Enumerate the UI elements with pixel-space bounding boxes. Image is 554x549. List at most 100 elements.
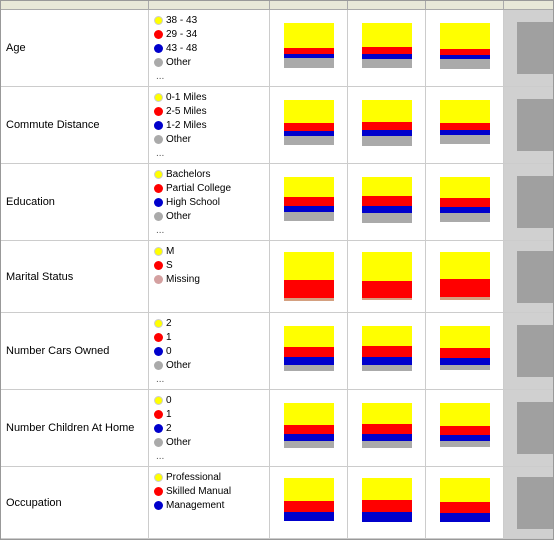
state-item: Other [154,210,264,223]
row-attr-4: Number Cars Owned [1,313,149,390]
state-item: 2-5 Miles [154,105,264,118]
header-col4 [348,1,426,10]
blue-dot [154,198,163,207]
missing-gray-block [517,176,554,228]
state-item: 43 - 48 [154,42,264,55]
yellow-dot [154,93,163,102]
bar-chart-svg [440,326,490,376]
blue-dot [154,501,163,510]
state-label: Missing [166,273,200,286]
state-label: 1-2 Miles [166,119,207,132]
state-label: Other [166,133,191,146]
header-missing [504,1,554,10]
chart-col1-4 [426,313,504,390]
state-label: Other [166,436,191,449]
bar-chart-svg [440,100,490,150]
state-label: Skilled Manual [166,485,231,498]
chart-population-0 [270,10,348,87]
state-item: 38 - 43 [154,14,264,27]
state-label: 0 [166,345,172,358]
ellipsis: ... [154,225,264,236]
state-item: 1 [154,408,264,421]
state-label: Professional [166,471,221,484]
state-item: 0-1 Miles [154,91,264,104]
bar-chart-svg [284,100,334,150]
chart-col0-5 [348,390,426,467]
chart-missing-3 [504,241,554,313]
chart-col1-6 [426,467,504,539]
bar-chart-svg [440,403,490,453]
row-states-4: 210Other... [149,313,270,390]
state-label: 2-5 Miles [166,105,207,118]
blue-dot [154,44,163,53]
yellow-dot [154,473,163,482]
state-item: Partial College [154,182,264,195]
missing-gray-block [517,477,554,529]
ellipsis: ... [154,451,264,462]
bar-chart-svg [284,403,334,453]
state-item: Other [154,56,264,69]
ellipsis: ... [154,71,264,82]
state-label: Bachelors [166,168,210,181]
state-label: 1 [166,408,172,421]
bar-chart-svg [362,403,412,453]
missing-gray-block [517,402,554,454]
main-table: Age38 - 4329 - 3443 - 48Other...Commute … [0,0,554,540]
red-dot [154,184,163,193]
state-label: S [166,259,173,272]
row-attr-5: Number Children At Home [1,390,149,467]
yellow-dot [154,319,163,328]
chart-col0-0 [348,10,426,87]
chart-col0-3 [348,241,426,313]
chart-col1-0 [426,10,504,87]
chart-population-3 [270,241,348,313]
missing-gray-block [517,325,554,377]
state-item: 0 [154,394,264,407]
chart-col0-1 [348,87,426,164]
red-dot [154,333,163,342]
blue-dot [154,121,163,130]
state-label: Partial College [166,182,231,195]
bar-chart-svg [440,478,490,528]
state-item: Management [154,499,264,512]
header-col5 [426,1,504,10]
yellow-dot [154,396,163,405]
state-item: High School [154,196,264,209]
yellow-dot [154,16,163,25]
red-dot [154,487,163,496]
gray-dot [154,135,163,144]
data-rows: Age38 - 4329 - 3443 - 48Other...Commute … [1,10,553,539]
row-states-6: ProfessionalSkilled ManualManagement [149,467,270,539]
row-states-5: 012Other... [149,390,270,467]
bar-chart-svg [440,177,490,227]
state-item: 1-2 Miles [154,119,264,132]
chart-col0-2 [348,164,426,241]
state-label: 0-1 Miles [166,91,207,104]
yellow-dot [154,170,163,179]
row-states-1: 0-1 Miles2-5 Miles1-2 MilesOther... [149,87,270,164]
chart-col1-2 [426,164,504,241]
state-item: 0 [154,345,264,358]
state-item: Other [154,133,264,146]
state-item: 29 - 34 [154,28,264,41]
gray-dot [154,361,163,370]
state-item: 2 [154,422,264,435]
chart-missing-1 [504,87,554,164]
table-grid [1,1,553,10]
yellow-dot [154,247,163,256]
row-states-2: BachelorsPartial CollegeHigh SchoolOther… [149,164,270,241]
row-attr-0: Age [1,10,149,87]
chart-population-2 [270,164,348,241]
state-label: Management [166,499,224,512]
bar-chart-svg [362,478,412,528]
bar-chart-svg [440,252,490,302]
blue-dot [154,347,163,356]
header-states [149,1,270,10]
chart-col1-1 [426,87,504,164]
bar-chart-svg [362,326,412,376]
state-item: Missing [154,273,264,286]
state-label: Other [166,56,191,69]
state-label: 1 [166,331,172,344]
state-label: 43 - 48 [166,42,197,55]
state-label: 2 [166,317,172,330]
